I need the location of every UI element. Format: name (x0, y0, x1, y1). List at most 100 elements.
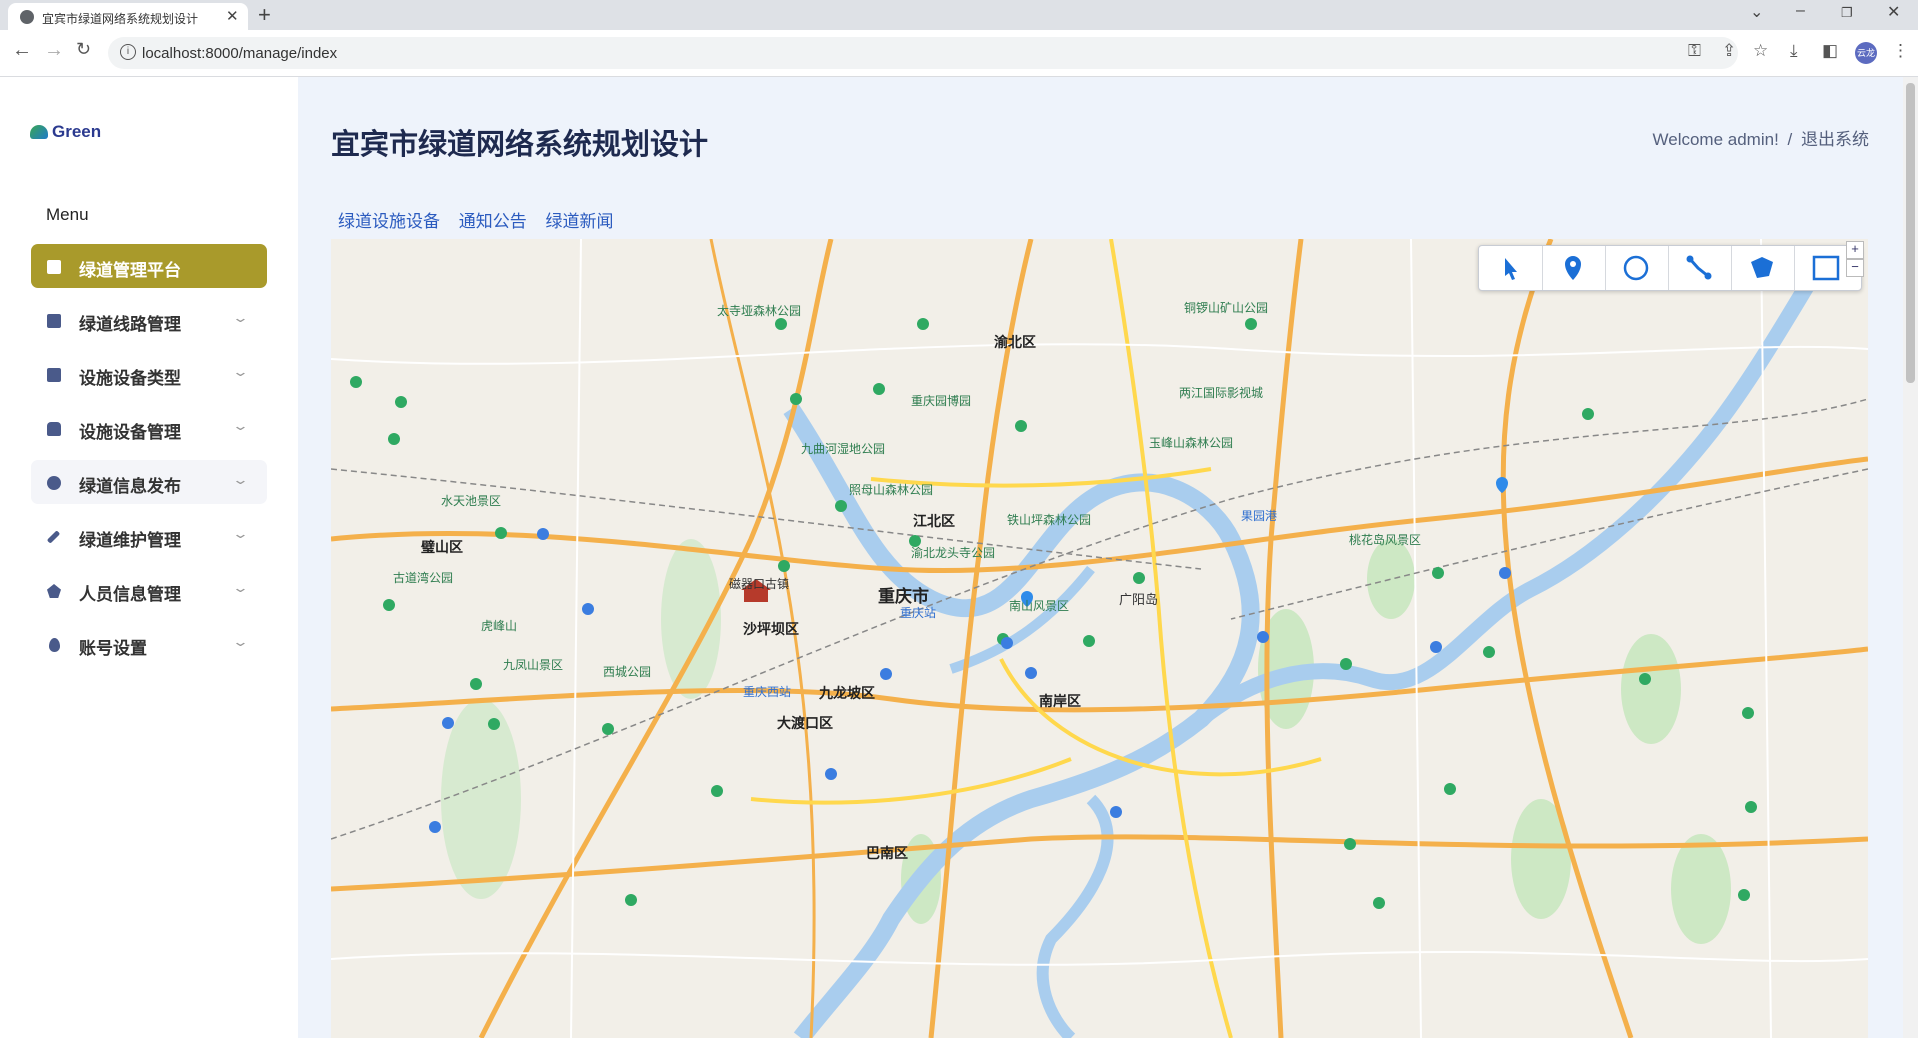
sidebar-item-label: 设施设备管理 (79, 423, 181, 442)
map-label-park: 渝北龙头寺公园 (911, 546, 996, 560)
map-label-district: 渝北区 (994, 334, 1036, 350)
sidebar-item-info-release[interactable]: 绿道信息发布 ⌄ (31, 460, 267, 504)
chevron-down-icon: ⌄ (231, 526, 250, 541)
map-label-park: 照母山森林公园 (849, 483, 934, 497)
logo-text: Green (52, 122, 102, 141)
map-base (331, 239, 1868, 1038)
map-label-district: 江北区 (913, 513, 955, 529)
map-label-district: 大渡口区 (777, 715, 833, 731)
map-label-park: 九凤山景区 (503, 658, 564, 672)
map-label-station: 重庆西站 (743, 685, 792, 699)
minimize-button[interactable]: – (1796, 2, 1805, 20)
sidebar-item-maintenance[interactable]: 绿道维护管理 ⌄ (31, 514, 267, 558)
back-button[interactable]: ← (12, 39, 32, 62)
pointer-tool-icon[interactable] (1479, 246, 1543, 290)
map-label-district: 沙坪坝区 (743, 621, 799, 637)
dashboard-icon (47, 260, 61, 274)
sidebar-item-personnel[interactable]: 人员信息管理 ⌄ (31, 568, 267, 612)
main-content: 宜宾市绿道网络系统规划设计 Welcome admin! / 退出系统 绿道设施… (298, 77, 1903, 1038)
map-view[interactable]: 重庆市 江北区 沙坪坝区 九龙坡区 大渡口区 南岸区 璧山区 渝北区 巴南区 广… (331, 239, 1868, 1038)
pen-icon (46, 530, 61, 544)
close-window-button[interactable]: ✕ (1887, 2, 1900, 22)
sidebar-item-label: 绿道信息发布 (79, 477, 181, 496)
sidebar: Green Menu 绿道管理平台 绿道线路管理 ⌄ 设施设备类型 ⌄ 设施设备… (0, 77, 298, 1038)
sidebar-item-label: 人员信息管理 (79, 585, 181, 604)
map-draw-toolbar (1478, 245, 1862, 291)
share-icon[interactable]: ⇪ (1722, 41, 1736, 61)
logo[interactable]: Green (30, 122, 101, 142)
logout-link[interactable]: 退出系统 (1801, 130, 1869, 149)
circle-tool-icon[interactable] (1605, 246, 1669, 290)
sidebar-item-label: 设施设备类型 (79, 369, 181, 388)
zoom-in-button[interactable]: + (1846, 241, 1864, 259)
map-label-park: 水天池景区 (441, 494, 502, 508)
polyline-tool-icon[interactable] (1668, 246, 1732, 290)
grid-icon (47, 368, 61, 382)
sidebar-item-greenway-platform[interactable]: 绿道管理平台 (31, 244, 267, 288)
content-tabs: 绿道设施设备 通知公告 绿道新闻 (338, 207, 627, 232)
chevron-down-icon: ⌄ (231, 580, 250, 595)
sidebar-item-facility-management[interactable]: 设施设备管理 ⌄ (31, 406, 267, 450)
close-tab-icon[interactable]: ✕ (226, 7, 239, 25)
zoom-out-button[interactable]: − (1846, 259, 1864, 277)
map-label-park: 铁山坪森林公园 (1007, 513, 1092, 527)
globe-icon (20, 10, 34, 24)
marker-tool-icon[interactable] (1542, 246, 1606, 290)
browser-tab[interactable]: 宜宾市绿道网络系统规划设计 ✕ (8, 3, 248, 30)
info-icon[interactable]: i (120, 44, 136, 60)
map-label-port: 果园港 (1241, 509, 1278, 523)
page-scrollbar[interactable] (1903, 77, 1918, 1038)
tab-notices[interactable]: 通知公告 (459, 212, 527, 231)
separator: / (1787, 130, 1793, 149)
browser-toolbar: ← → ↻ i localhost:8000/manage/index ⚿ ⇪ … (0, 30, 1918, 77)
welcome-text: Welcome admin! (1652, 130, 1779, 149)
tab-facilities[interactable]: 绿道设施设备 (338, 212, 440, 231)
chevron-down-icon: ⌄ (231, 418, 250, 433)
sidebar-item-route-management[interactable]: 绿道线路管理 ⌄ (31, 298, 267, 342)
address-bar[interactable]: i localhost:8000/manage/index (108, 37, 1738, 69)
new-tab-button[interactable]: + (258, 2, 271, 28)
profile-avatar[interactable]: 云龙 (1855, 42, 1877, 64)
map-label-park: 西城公园 (603, 665, 652, 679)
sidebar-item-facility-types[interactable]: 设施设备类型 ⌄ (31, 352, 267, 396)
map-label-park: 古道湾公园 (393, 571, 454, 585)
menu-heading: Menu (46, 205, 89, 224)
side-panel-icon[interactable]: ◧ (1822, 41, 1838, 61)
download-icon[interactable]: ⤓ (1790, 41, 1798, 61)
chevron-down-icon: ⌄ (231, 634, 250, 649)
map-label-park: 重庆园博园 (911, 394, 972, 408)
bookmark-star-icon[interactable]: ☆ (1753, 41, 1768, 61)
scrollbar-thumb[interactable] (1906, 83, 1915, 383)
tab-search-icon[interactable]: ⌄ (1750, 2, 1763, 22)
page-title: 宜宾市绿道网络系统规划设计 (331, 129, 709, 161)
key-icon[interactable]: ⚿ (1688, 41, 1701, 61)
map-label-district: 九龙坡区 (819, 685, 875, 701)
forward-button[interactable]: → (44, 39, 64, 62)
sidebar-item-label: 绿道维护管理 (79, 531, 181, 550)
map-label-place: 广阳岛 (1119, 592, 1159, 607)
layers-icon (47, 314, 61, 328)
map-label-park: 两江国际影视城 (1179, 386, 1264, 400)
browser-tab-bar: 宜宾市绿道网络系统规划设计 ✕ + ⌄ – ❐ ✕ (0, 0, 1918, 30)
pentagon-icon (47, 584, 61, 598)
chevron-down-icon: ⌄ (231, 472, 250, 487)
chevron-down-icon: ⌄ (231, 310, 250, 325)
map-label-district: 南岸区 (1039, 693, 1081, 709)
chevron-down-icon: ⌄ (231, 364, 250, 379)
map-label-park: 九曲河湿地公园 (801, 442, 886, 456)
sidebar-item-account-settings[interactable]: 账号设置 ⌄ (31, 622, 267, 666)
sidebar-item-label: 账号设置 (79, 639, 147, 658)
map-label-park: 铜锣山矿山公园 (1184, 301, 1269, 315)
sidebar-item-label: 绿道线路管理 (79, 315, 181, 334)
map-label-place: 磁器口古镇 (729, 577, 790, 591)
tab-news[interactable]: 绿道新闻 (545, 212, 613, 231)
reload-button[interactable]: ↻ (76, 39, 91, 60)
map-label-park: 玉峰山森林公园 (1149, 436, 1234, 450)
more-menu-icon[interactable]: ⋮ (1892, 41, 1909, 61)
polygon-tool-icon[interactable] (1731, 246, 1795, 290)
restore-button[interactable]: ❐ (1841, 5, 1853, 21)
briefcase-icon (47, 422, 61, 436)
map-label-park: 南山风景区 (1009, 599, 1070, 613)
tab-title: 宜宾市绿道网络系统规划设计 (42, 12, 199, 26)
user-welcome: Welcome admin! / 退出系统 (1653, 125, 1870, 150)
